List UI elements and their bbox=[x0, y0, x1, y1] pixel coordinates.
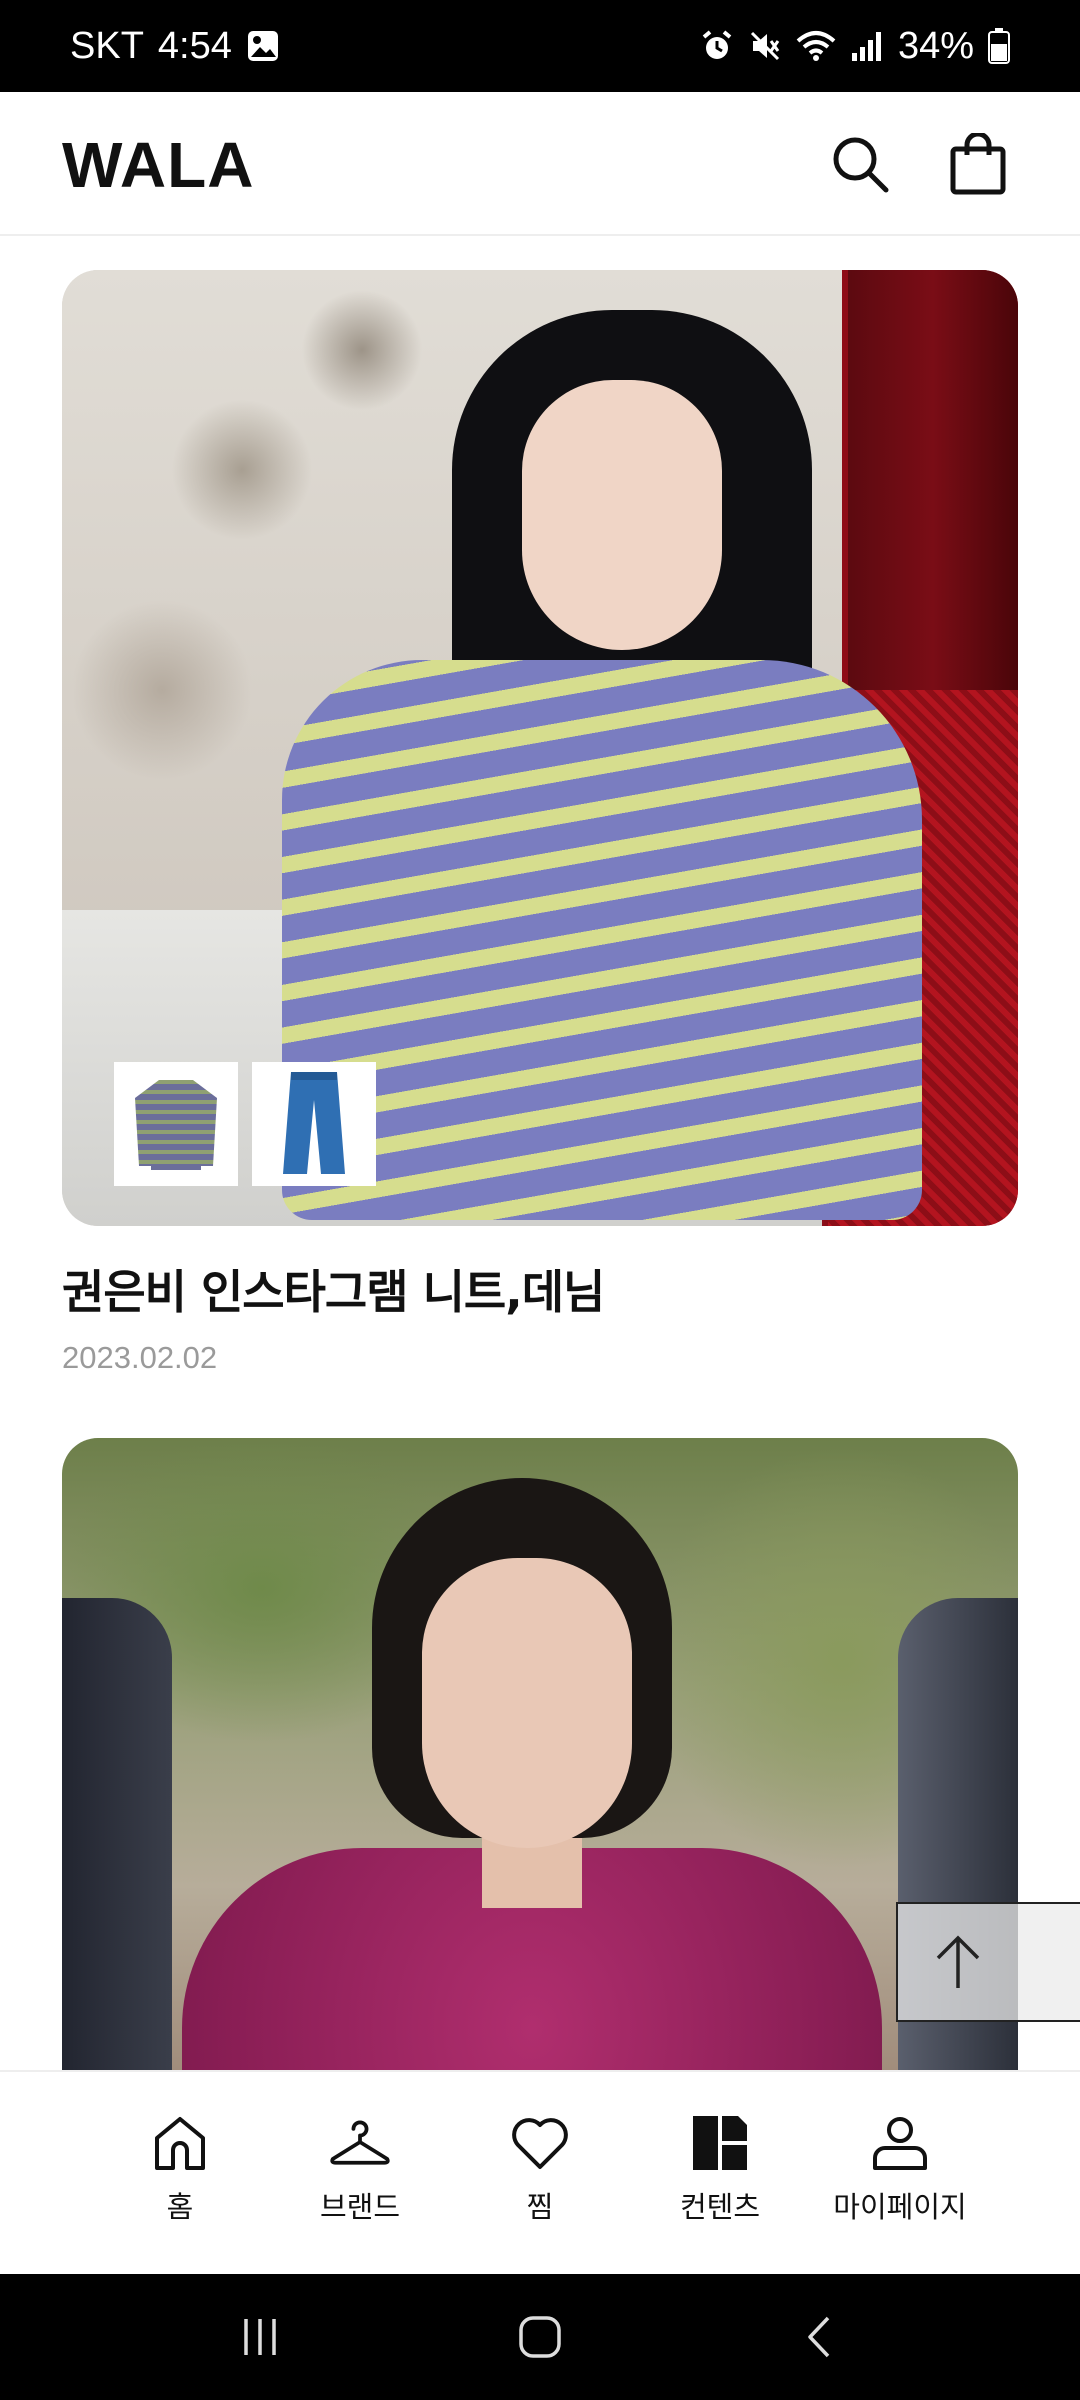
carrier: SKT bbox=[70, 24, 144, 67]
home-icon bbox=[149, 2112, 211, 2174]
wifi-icon bbox=[796, 29, 836, 63]
nav-label: 찜 bbox=[526, 2190, 554, 2224]
nav-item-wishlist[interactable]: 찜 bbox=[450, 2072, 630, 2274]
content-grid-icon bbox=[689, 2112, 751, 2174]
content-card[interactable] bbox=[62, 1438, 1018, 2078]
signal-icon bbox=[850, 29, 884, 63]
mute-icon bbox=[748, 29, 782, 63]
nav-label: 컨텐츠 bbox=[679, 2190, 761, 2224]
heart-icon bbox=[509, 2112, 571, 2174]
recent-apps-icon bbox=[244, 2319, 276, 2355]
home-system-button[interactable] bbox=[500, 2297, 580, 2377]
recent-apps-button[interactable] bbox=[220, 2297, 300, 2377]
product-thumbnail-denim[interactable] bbox=[252, 1062, 376, 1186]
hanger-icon bbox=[329, 2112, 391, 2174]
gallery-icon bbox=[246, 29, 280, 63]
app-header: WALA bbox=[0, 92, 1080, 236]
status-bar: SKT 4:54 34% bbox=[0, 0, 1080, 92]
bottom-navigation: 홈 브랜드 찜 컨텐츠 마이페이지 bbox=[0, 2070, 1080, 2274]
home-circle-icon bbox=[519, 2316, 561, 2358]
search-icon bbox=[833, 137, 889, 193]
nav-label: 브랜드 bbox=[319, 2190, 401, 2224]
back-button[interactable] bbox=[780, 2297, 860, 2377]
shopping-bag-icon bbox=[950, 133, 1006, 195]
clock: 4:54 bbox=[157, 24, 232, 67]
user-icon bbox=[869, 2112, 931, 2174]
nav-item-contents[interactable]: 컨텐츠 bbox=[630, 2072, 810, 2274]
app-logo[interactable]: WALA bbox=[62, 128, 254, 202]
product-thumbnail-knit[interactable] bbox=[114, 1062, 238, 1186]
alarm-icon bbox=[700, 29, 734, 63]
battery-percent: 34% bbox=[897, 24, 974, 67]
content-image[interactable] bbox=[62, 1438, 1018, 2078]
content-image[interactable] bbox=[62, 270, 1018, 1226]
cart-button[interactable] bbox=[942, 128, 1014, 200]
search-button[interactable] bbox=[824, 128, 896, 200]
nav-item-home[interactable]: 홈 bbox=[90, 2072, 270, 2274]
content-title[interactable]: 권은비 인스타그램 니트,데님 bbox=[62, 1256, 1018, 1322]
scroll-to-top-button[interactable] bbox=[896, 1902, 1080, 2022]
nav-label: 마이페이지 bbox=[833, 2190, 967, 2224]
nav-item-brand[interactable]: 브랜드 bbox=[270, 2072, 450, 2274]
content-card[interactable]: 권은비 인스타그램 니트,데님 2023.02.02 bbox=[62, 270, 1018, 1376]
content-date: 2023.02.02 bbox=[62, 1340, 218, 1375]
battery-icon bbox=[988, 28, 1010, 64]
nav-item-mypage[interactable]: 마이페이지 bbox=[810, 2072, 990, 2274]
arrow-up-icon bbox=[936, 1935, 980, 1988]
system-navigation-bar bbox=[0, 2274, 1080, 2400]
nav-label: 홈 bbox=[166, 2190, 194, 2224]
back-icon bbox=[808, 2316, 830, 2358]
